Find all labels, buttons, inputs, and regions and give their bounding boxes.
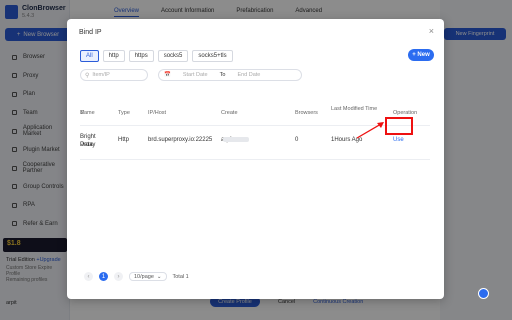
proxy-name-line: Proxy [80,142,96,148]
chevron-down-icon: ⌄ [156,273,162,280]
start-date-input[interactable]: Start Date [183,72,208,78]
proxy-type: Http [118,137,130,143]
page-size-select[interactable]: 10/page ⌄ [129,272,167,281]
page-size-value: 10/page [134,273,154,280]
close-icon[interactable]: × [429,27,434,36]
tab-all[interactable]: All [80,50,99,62]
column-create: Create [221,110,238,116]
bind-ip-modal: Bind IP × All http https socks5 socks5+t… [67,19,444,299]
search-input[interactable] [92,72,143,78]
column-browsers: Browsers [295,110,318,116]
sort-icon: ⇵ [80,110,85,116]
proxy-browsers: 0 [295,137,299,143]
prev-page-button[interactable]: ‹ [84,272,93,281]
column-type: Type [118,110,130,116]
date-to-label: To [219,72,226,78]
use-button[interactable]: Use [393,137,404,143]
column-ip-host: IP/Host [148,110,167,116]
search-field[interactable]: ⚲ [80,69,148,81]
page-number-button[interactable]: 1 [99,272,108,281]
end-date-input[interactable]: End Date [237,72,260,78]
pagination: ‹ 1 › 10/page ⌄ Total 1 [84,272,189,281]
column-operation: Operation [393,110,418,116]
column-last-modified: Last Modified Time [331,106,378,112]
total-count: Total 1 [172,273,189,280]
proxy-host: brd.superproxy.io:22225 [148,137,213,143]
tab-http[interactable]: http [102,50,125,62]
tab-https[interactable]: https [128,50,154,62]
new-proxy-button[interactable]: + New [408,49,434,61]
calendar-icon: 📅 [164,72,171,78]
protocol-filter: All http https socks5 socks5+tls [80,50,233,62]
date-range-picker[interactable]: 📅 Start Date To End Date [158,69,302,81]
tab-socks5-tls[interactable]: socks5+tls [192,50,233,62]
tab-socks5[interactable]: socks5 [157,50,189,62]
annotation-arrow-icon [356,122,384,139]
support-chat-button[interactable] [478,288,489,299]
annotation-highlight-box [385,117,413,135]
next-page-button[interactable]: › [114,272,123,281]
row-divider [80,159,430,160]
modal-title: Bind IP [79,29,102,36]
search-icon: ⚲ [85,72,90,79]
redacted-email [223,137,249,142]
